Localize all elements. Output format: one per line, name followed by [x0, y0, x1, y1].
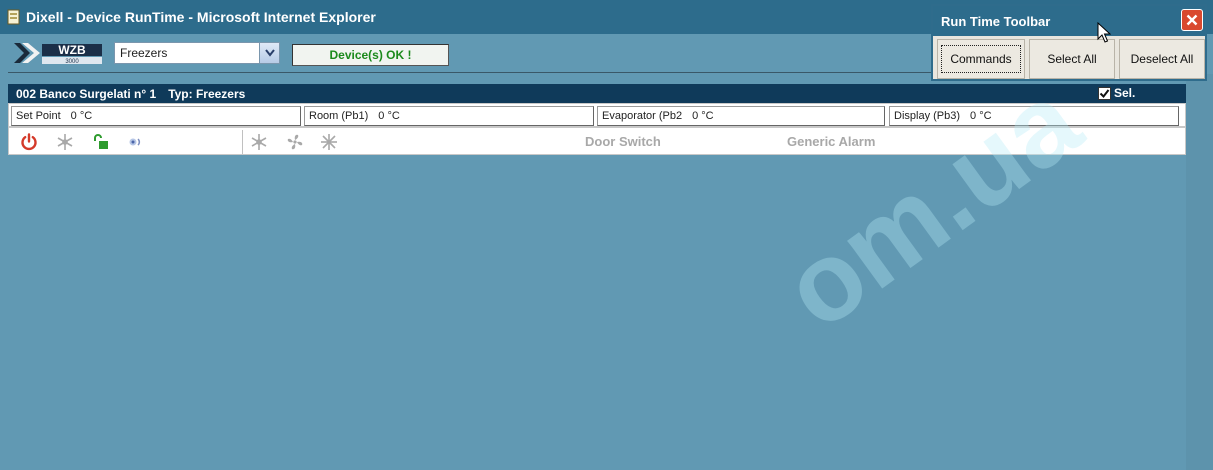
run-time-toolbar-title: Run Time Toolbar [941, 13, 1051, 29]
commands-button[interactable]: Commands [937, 39, 1025, 79]
chevron-down-icon[interactable] [259, 43, 279, 63]
divider [242, 130, 243, 154]
device-status-indicator: Device(s) OK ! [292, 44, 449, 66]
reading-evaporator-pb2: Evaporator (Pb2 0 °C [597, 106, 885, 126]
reading-room-pb1: Room (Pb1) 0 °C [304, 106, 594, 126]
window-title: Dixell - Device RunTime - Microsoft Inte… [26, 9, 376, 25]
reading-value: 0 °C [970, 110, 992, 122]
reading-value: 0 °C [692, 110, 714, 122]
run-time-toolbar: Run Time Toolbar Commands Select All Des… [931, 4, 1207, 81]
reading-set-point: Set Point 0 °C [11, 106, 301, 126]
mouse-pointer-icon [1097, 22, 1111, 43]
device-header: 002 Banco Surgelati n° 1 Typ: Freezers S… [8, 84, 1186, 103]
reading-label: Room (Pb1) [309, 110, 369, 122]
select-all-button-label: Select All [1047, 52, 1097, 66]
close-icon[interactable] [1181, 9, 1203, 31]
run-time-toolbar-buttons: Commands Select All Deselect All [933, 36, 1205, 83]
wzb-3000-logo: WZB 3000 [14, 43, 102, 65]
fan-icon [285, 132, 305, 152]
device-name: 002 Banco Surgelati n° 1 [16, 86, 157, 101]
svg-text:WZB: WZB [58, 43, 86, 57]
reading-value: 0 °C [70, 110, 93, 122]
reading-value: 0 °C [378, 110, 400, 122]
padlock-open-icon [91, 132, 111, 152]
reading-display-pb3: Display (Pb3) 0 °C [889, 106, 1179, 126]
select-device-checkbox[interactable]: Sel. [1098, 86, 1135, 100]
deselect-all-button-label: Deselect All [1130, 52, 1194, 66]
reading-label: Set Point [16, 110, 61, 122]
browser-page-icon [7, 9, 20, 25]
readings-row: Set Point 0 °C Room (Pb1) 0 °C Evaporato… [8, 103, 1186, 127]
sensor-icon [125, 132, 145, 152]
device-type-select-value: Freezers [120, 46, 168, 60]
right-frame-edge [1186, 74, 1213, 470]
reading-label: Display (Pb3) [894, 110, 961, 122]
power-icon[interactable] [19, 132, 39, 152]
device-type-label: Typ: Freezers [168, 86, 246, 101]
svg-text:3000: 3000 [65, 59, 79, 65]
checkbox-checked-icon[interactable] [1098, 86, 1111, 100]
reading-label: Evaporator (Pb2 [602, 110, 683, 122]
snowflake-icon [249, 132, 269, 152]
run-time-toolbar-title-bar[interactable]: Run Time Toolbar [933, 6, 1205, 36]
defrost-icon [319, 132, 339, 152]
generic-alarm-status: Generic Alarm [787, 134, 876, 149]
snowflake-icon [55, 132, 75, 152]
select-all-button[interactable]: Select All [1029, 39, 1115, 79]
device-type-select[interactable]: Freezers [114, 42, 280, 64]
commands-button-label: Commands [941, 45, 1021, 73]
deselect-all-button[interactable]: Deselect All [1119, 39, 1205, 79]
door-switch-status: Door Switch [585, 134, 661, 149]
app-window: Dixell - Device RunTime - Microsoft Inte… [0, 0, 1213, 470]
select-label: Sel. [1114, 86, 1136, 100]
device-status-icons-row: Door Switch Generic Alarm [8, 127, 1186, 155]
